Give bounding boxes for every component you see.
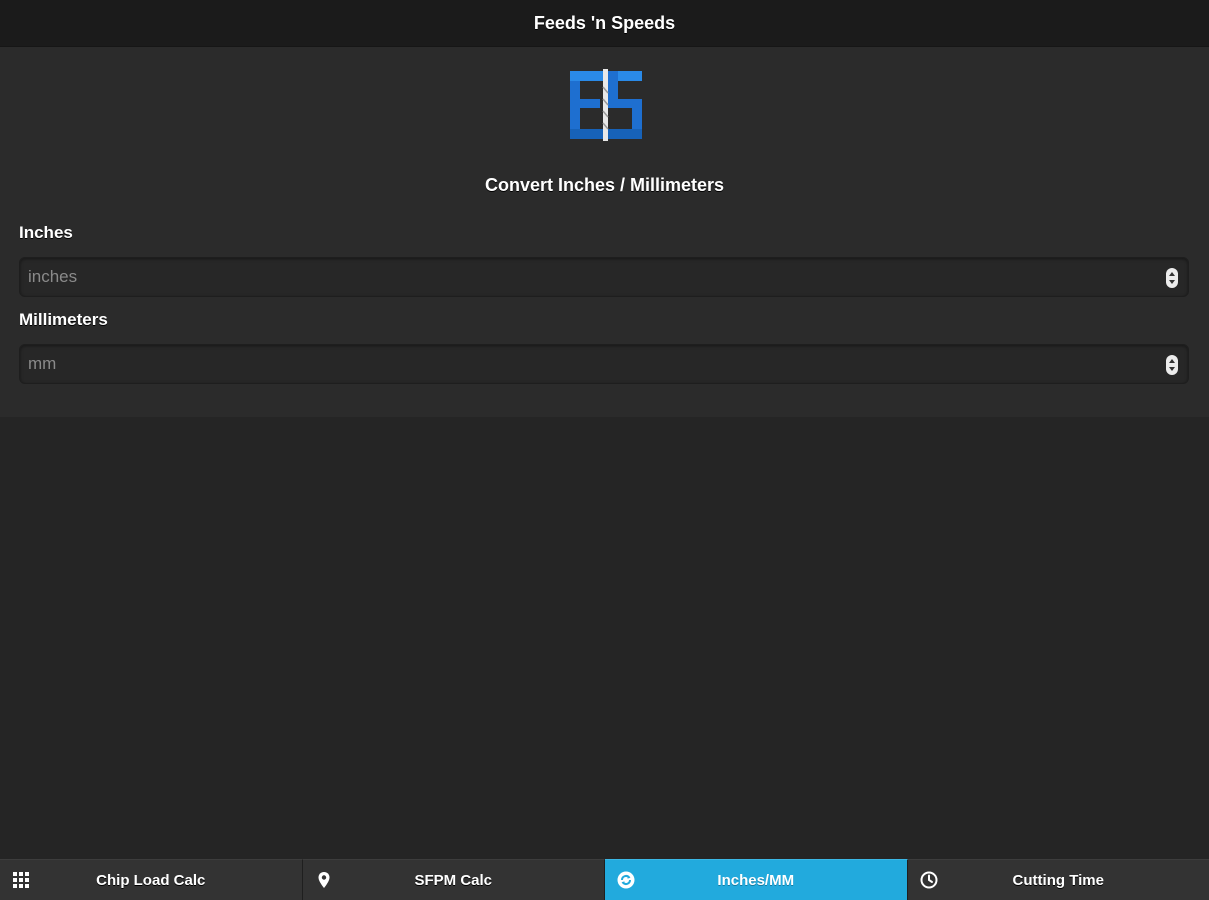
bottom-tab-bar: Chip Load Calc SFPM Calc Inches/MM Cutti…	[0, 859, 1209, 900]
fs-logo-icon	[570, 69, 642, 141]
millimeters-field[interactable]	[19, 344, 1189, 384]
tab-label: SFPM Calc	[414, 871, 493, 889]
app-title: Feeds 'n Speeds	[533, 12, 676, 33]
chevron-down-icon	[1169, 367, 1175, 371]
tab-label: Chip Load Calc	[96, 871, 206, 889]
inches-input[interactable]	[20, 258, 1150, 296]
converter-panel: Convert Inches / Millimeters Inches Mill…	[0, 47, 1209, 417]
chevron-down-icon	[1169, 280, 1175, 284]
millimeters-input[interactable]	[20, 345, 1150, 383]
chevron-up-icon	[1169, 359, 1175, 363]
app-logo	[568, 67, 644, 143]
clock-icon	[920, 871, 937, 889]
inches-field[interactable]	[19, 257, 1189, 297]
tab-cutting-time[interactable]: Cutting Time	[907, 859, 1209, 900]
grid-icon	[13, 872, 29, 888]
chevron-up-icon	[1169, 272, 1175, 276]
tab-chip-load-calc[interactable]: Chip Load Calc	[0, 859, 303, 900]
tab-label: Cutting Time	[1012, 871, 1104, 889]
millimeters-label: Millimeters	[19, 310, 108, 329]
inches-label: Inches	[19, 223, 73, 242]
refresh-icon	[617, 871, 635, 889]
section-title: Convert Inches / Millimeters	[484, 175, 725, 195]
inches-stepper[interactable]	[1166, 268, 1178, 288]
tab-label: Inches/MM	[717, 871, 795, 889]
header-bar: Feeds 'n Speeds	[0, 0, 1209, 47]
app-window: Feeds 'n Speeds Convert Inches / Millime…	[0, 0, 1209, 900]
tab-inches-mm[interactable]: Inches/MM	[605, 859, 908, 900]
millimeters-stepper[interactable]	[1166, 355, 1178, 375]
location-pin-icon	[318, 872, 329, 888]
tab-sfpm-calc[interactable]: SFPM Calc	[302, 859, 605, 900]
